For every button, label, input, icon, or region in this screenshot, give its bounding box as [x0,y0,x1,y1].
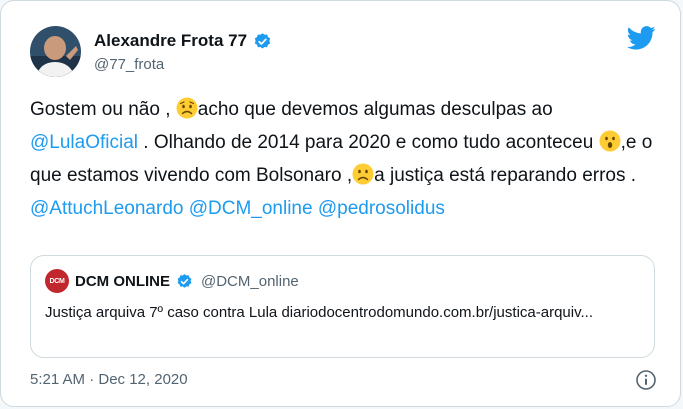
mention-link[interactable]: @AttuchLeonardo [30,198,183,219]
tweet-text-part: Gostem ou não , [30,99,176,120]
mention-link[interactable]: @LulaOficial [30,132,138,153]
author-avatar[interactable] [30,26,81,77]
quoted-author-avatar[interactable]: DCM [45,269,69,293]
mention-link[interactable]: @pedrosolidus [318,198,445,219]
verified-badge-icon [254,32,271,49]
quoted-tweet-text: Justiça arquiva 7º caso contra Lula diar… [45,304,593,321]
quoted-tweet[interactable]: DCM DCM ONLINE @DCM_online Justiça arqui… [30,255,655,358]
tweet-text-part: a justiça está reparando erros . [374,165,637,186]
verified-badge-icon [177,273,192,288]
frowning-face-emoji [352,163,374,185]
tweet-text-part: . Olhando de 2014 para 2020 e como tudo … [138,132,599,153]
hushed-face-emoji [599,130,621,152]
info-icon[interactable] [635,369,657,391]
mention-link[interactable]: @DCM_online [189,198,313,219]
tweet-card: Alexandre Frota 77 @77_frota Gostem ou n… [0,0,681,407]
worried-face-emoji [176,97,198,119]
twitter-bird-icon[interactable] [627,26,656,50]
author-name[interactable]: Alexandre Frota 77 [94,31,247,51]
quoted-author-name[interactable]: DCM ONLINE [75,273,170,290]
quoted-author-handle[interactable]: @DCM_online [201,273,299,290]
quoted-tweet-header: DCM DCM ONLINE @DCM_online [45,269,299,293]
author-name-row[interactable]: Alexandre Frota 77 [94,31,272,51]
tweet-text: Gostem ou não , acho que devemos algumas… [30,93,655,225]
tweet-text-part: acho que devemos algumas desculpas ao [197,99,553,120]
author-handle[interactable]: @77_frota [94,56,164,73]
tweet-timestamp[interactable]: 5:21 AM · Dec 12, 2020 [30,371,188,388]
